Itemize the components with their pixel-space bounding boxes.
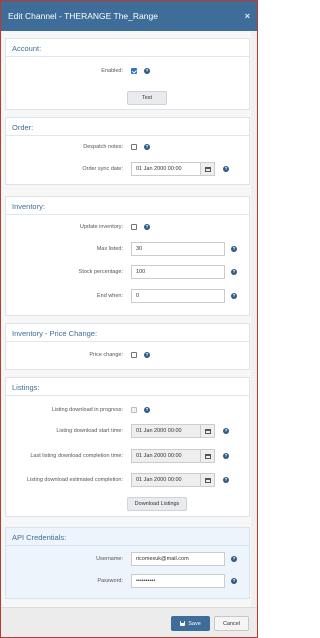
listing-download-progress-label: Listing download in progress:: [51, 407, 123, 413]
max-listed-label: Max listed:: [96, 246, 123, 252]
calendar-button[interactable]: [201, 424, 215, 438]
price-change-checkbox[interactable]: [131, 352, 137, 358]
max-listed-input[interactable]: 30: [131, 242, 225, 256]
listing-download-start-input: 01 Jan 2000 00:00: [131, 424, 201, 438]
username-input[interactable]: ricomexuk@mail.com: [131, 552, 225, 566]
estimated-completion-input: 01 Jan 2000 00:00: [131, 473, 201, 487]
last-download-completion-picker: 01 Jan 2000 00:00: [131, 449, 215, 463]
dialog-title: Edit Channel - THERANGE The_Range: [8, 11, 158, 21]
help-icon[interactable]: ?: [231, 246, 237, 252]
help-icon[interactable]: ?: [144, 144, 150, 150]
dialog-footer: Save Cancel: [1, 607, 257, 637]
listing-download-start-label: Listing download start time:: [56, 428, 123, 434]
estimated-completion-picker: 01 Jan 2000 00:00: [131, 473, 215, 487]
inventory-panel: Inventory: Update inventory: ? Max liste…: [5, 196, 250, 316]
last-download-completion-label: Last listing download completion time:: [30, 453, 123, 459]
help-icon[interactable]: ?: [144, 407, 150, 413]
close-icon[interactable]: ×: [245, 11, 250, 21]
order-sync-date-label: Order sync date:: [82, 166, 123, 172]
enabled-checkbox[interactable]: [131, 68, 137, 74]
inventory-heading: Inventory:: [6, 197, 249, 215]
account-panel: Account: Enabled: ? Test: [5, 38, 250, 110]
listing-download-start-picker: 01 Jan 2000 00:00: [131, 424, 215, 438]
despatch-notes-checkbox[interactable]: [131, 144, 137, 150]
help-icon[interactable]: ?: [231, 293, 237, 299]
help-icon[interactable]: ?: [223, 428, 229, 434]
order-panel: Order: Despatch notes: ? Order sync date…: [5, 117, 250, 185]
help-icon[interactable]: ?: [223, 453, 229, 459]
save-label: Save: [188, 620, 201, 627]
help-icon[interactable]: ?: [144, 224, 150, 230]
account-heading: Account:: [6, 39, 249, 57]
listing-download-progress-checkbox: [131, 407, 137, 413]
listings-heading: Listings:: [6, 378, 249, 396]
save-icon: [180, 621, 186, 626]
cancel-button[interactable]: Cancel: [214, 616, 249, 631]
price-change-label: Price change:: [89, 352, 123, 358]
estimated-completion-label: Listing download estimated completion:: [26, 477, 123, 483]
password-label: Password:: [97, 578, 123, 584]
calendar-icon: [204, 166, 211, 172]
edit-channel-dialog: Edit Channel - THERANGE The_Range × Acco…: [0, 0, 258, 638]
end-when-label: End when:: [97, 293, 123, 299]
stock-percentage-input[interactable]: 100: [131, 265, 225, 279]
last-download-completion-input: 01 Jan 2000 00:00: [131, 449, 201, 463]
test-button[interactable]: Test: [127, 91, 167, 105]
price-change-heading: Inventory - Price Change:: [6, 324, 249, 342]
calendar-button[interactable]: [201, 162, 215, 176]
api-credentials-heading: API Credentials:: [6, 528, 249, 546]
update-inventory-checkbox[interactable]: [131, 224, 137, 230]
api-credentials-panel: API Credentials: Username: ricomexuk@mai…: [5, 527, 250, 599]
price-change-panel: Inventory - Price Change: Price change: …: [5, 323, 250, 370]
calendar-icon: [204, 428, 211, 434]
order-sync-date-picker[interactable]: 01 Jan 2000 00:00: [131, 162, 215, 176]
password-input[interactable]: ••••••••••: [131, 574, 225, 588]
end-when-input[interactable]: 0: [131, 289, 225, 303]
help-icon[interactable]: ?: [231, 578, 237, 584]
despatch-notes-label: Despatch notes:: [83, 144, 123, 150]
order-sync-date-input[interactable]: 01 Jan 2000 00:00: [131, 162, 201, 176]
enabled-label: Enabled:: [101, 68, 123, 74]
help-icon[interactable]: ?: [223, 477, 229, 483]
dialog-header: Edit Channel - THERANGE The_Range ×: [1, 1, 257, 31]
calendar-button[interactable]: [201, 473, 215, 487]
dialog-body: Account: Enabled: ? Test Order: Despatch…: [1, 31, 257, 607]
help-icon[interactable]: ?: [223, 166, 229, 172]
username-label: Username:: [96, 556, 123, 562]
calendar-button[interactable]: [201, 449, 215, 463]
help-icon[interactable]: ?: [231, 556, 237, 562]
update-inventory-label: Update inventory:: [79, 224, 123, 230]
scrollbar[interactable]: [251, 31, 257, 607]
download-listings-button[interactable]: Download Listings: [127, 497, 187, 511]
save-button[interactable]: Save: [171, 616, 210, 631]
stock-percentage-label: Stock percentage:: [78, 269, 123, 275]
order-heading: Order:: [6, 118, 249, 136]
help-icon[interactable]: ?: [231, 269, 237, 275]
calendar-icon: [204, 477, 211, 483]
calendar-icon: [204, 453, 211, 459]
help-icon[interactable]: ?: [144, 68, 150, 74]
help-icon[interactable]: ?: [144, 352, 150, 358]
listings-panel: Listings: Listing download in progress: …: [5, 377, 250, 517]
